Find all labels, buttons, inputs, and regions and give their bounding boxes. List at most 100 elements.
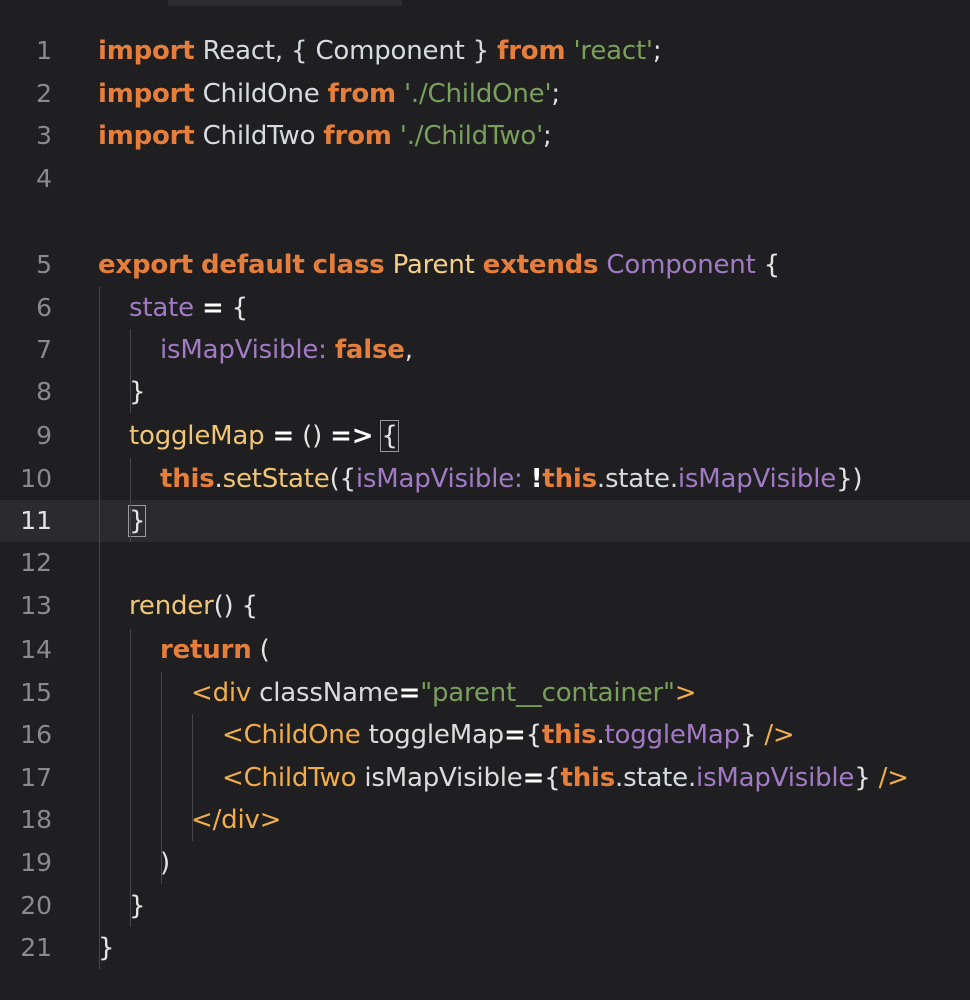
line-number: 3 <box>36 121 52 150</box>
code-token: () { <box>213 591 258 621</box>
code-line[interactable]: 5 export default class Parent extends Com… <box>0 244 970 286</box>
code-text: this.setState({isMapVisible: !this.state… <box>160 458 863 500</box>
code-line[interactable]: 4 <box>0 158 970 200</box>
code-token: = <box>201 293 224 323</box>
code-line[interactable]: 6 state = { <box>0 287 970 329</box>
code-token: class <box>312 250 385 280</box>
code-line[interactable]: 18 </div> <box>0 799 970 841</box>
code-token: isMapVisible <box>696 763 855 793</box>
code-token: } <box>129 377 146 407</box>
code-line[interactable]: 14 return ( <box>0 629 970 671</box>
code-token: export <box>98 250 193 280</box>
line-number: 9 <box>36 421 52 450</box>
code-line[interactable]: 12 <box>0 542 970 584</box>
line-number: 13 <box>20 591 52 620</box>
line-number: 17 <box>20 763 52 792</box>
code-text: </div> <box>191 799 281 841</box>
code-line[interactable]: 9 toggleMap = () => { <box>0 415 970 457</box>
code-token: import <box>98 79 195 109</box>
line-number: 6 <box>36 293 52 322</box>
code-token: ChildTwo <box>194 121 324 151</box>
code-token: "parent__container" <box>420 678 675 708</box>
code-text: import React, { Component } from 'react'… <box>98 30 662 72</box>
indent-guide <box>161 672 162 884</box>
code-line[interactable]: 20} <box>0 885 970 927</box>
line-number: 18 <box>20 805 52 834</box>
code-text: } <box>127 500 147 542</box>
code-token: ( <box>251 635 270 665</box>
code-token: toggleMap <box>129 421 265 451</box>
code-token: = <box>398 678 421 708</box>
code-token: this <box>160 464 215 494</box>
code-token: { <box>525 720 543 750</box>
code-token: = <box>272 421 295 451</box>
code-token: import <box>98 36 195 66</box>
code-token: import <box>98 121 195 151</box>
code-text: toggleMap = () => { <box>129 415 399 457</box>
code-token: ; <box>652 36 662 66</box>
code-line[interactable]: 2 import ChildOne from './ChildOne'; <box>0 73 970 115</box>
line-number: 1 <box>36 36 52 65</box>
code-text: <ChildTwo isMapVisible={this.state.isMap… <box>222 757 909 799</box>
code-line[interactable]: 19) <box>0 842 970 884</box>
code-line[interactable]: 1 import React, { Component } from 'react… <box>0 30 970 72</box>
code-token: toggleMap <box>360 720 505 750</box>
code-text: export default class Parent extends Comp… <box>98 244 780 286</box>
code-token: state <box>129 293 194 323</box>
code-token: setState <box>222 464 330 494</box>
code-token: .state. <box>596 464 678 494</box>
code-line[interactable]: 11} <box>0 500 970 542</box>
code-line[interactable]: 17 <ChildTwo isMapVisible={this.state.isM… <box>0 757 970 799</box>
code-token: <div <box>191 678 252 708</box>
indent-guide <box>99 287 100 969</box>
code-token: from <box>497 36 566 66</box>
code-token: > <box>674 678 697 708</box>
code-token: isMapVisible: <box>160 335 327 365</box>
code-line[interactable]: 7 isMapVisible: false, <box>0 329 970 371</box>
line-number: 14 <box>20 635 52 664</box>
code-line[interactable]: 3 import ChildTwo from './ChildTwo'; <box>0 115 970 157</box>
code-token: false <box>334 335 405 365</box>
code-text: import ChildTwo from './ChildTwo'; <box>98 115 552 157</box>
code-token: </div> <box>191 805 282 835</box>
code-token: from <box>327 79 396 109</box>
indent-guide <box>130 629 131 927</box>
code-text: <ChildOne toggleMap={this.toggleMap} /> <box>222 714 795 756</box>
code-token: <ChildOne <box>222 720 361 750</box>
code-text: import ChildOne from './ChildOne'; <box>98 73 560 115</box>
code-token: . <box>596 720 605 750</box>
code-token: this <box>542 464 597 494</box>
line-number: 2 <box>36 79 52 108</box>
horizontal-scrollbar-thumb[interactable] <box>168 0 402 6</box>
code-text: } <box>129 371 146 413</box>
line-number: 20 <box>20 891 52 920</box>
code-text: state = { <box>129 287 248 329</box>
line-number: 19 <box>20 848 52 877</box>
code-line[interactable]: 16 <ChildOne toggleMap={this.toggleMap} /… <box>0 714 970 756</box>
code-line[interactable]: 10 this.setState({isMapVisible: !this.sta… <box>0 458 970 500</box>
code-line[interactable]: 13 render() { <box>0 585 970 627</box>
line-number: 12 <box>20 548 52 577</box>
code-token: ; <box>543 121 552 151</box>
code-line[interactable]: 15 <div className="parent__container"> <box>0 672 970 714</box>
line-number: 4 <box>36 164 52 193</box>
code-token: .state. <box>615 763 697 793</box>
code-token: toggleMap <box>604 720 741 750</box>
code-line[interactable]: 21} <box>0 927 970 969</box>
code-token: /> <box>870 763 909 793</box>
code-token: default <box>201 250 305 280</box>
line-number: 10 <box>20 464 52 493</box>
line-number: 5 <box>36 250 52 279</box>
code-token: ChildOne <box>194 79 328 109</box>
code-text: return ( <box>160 629 270 671</box>
code-line[interactable]: 8} <box>0 371 970 413</box>
code-editor[interactable]: 1 import React, { Component } from 'react… <box>0 0 970 1000</box>
code-text: } <box>98 927 115 969</box>
